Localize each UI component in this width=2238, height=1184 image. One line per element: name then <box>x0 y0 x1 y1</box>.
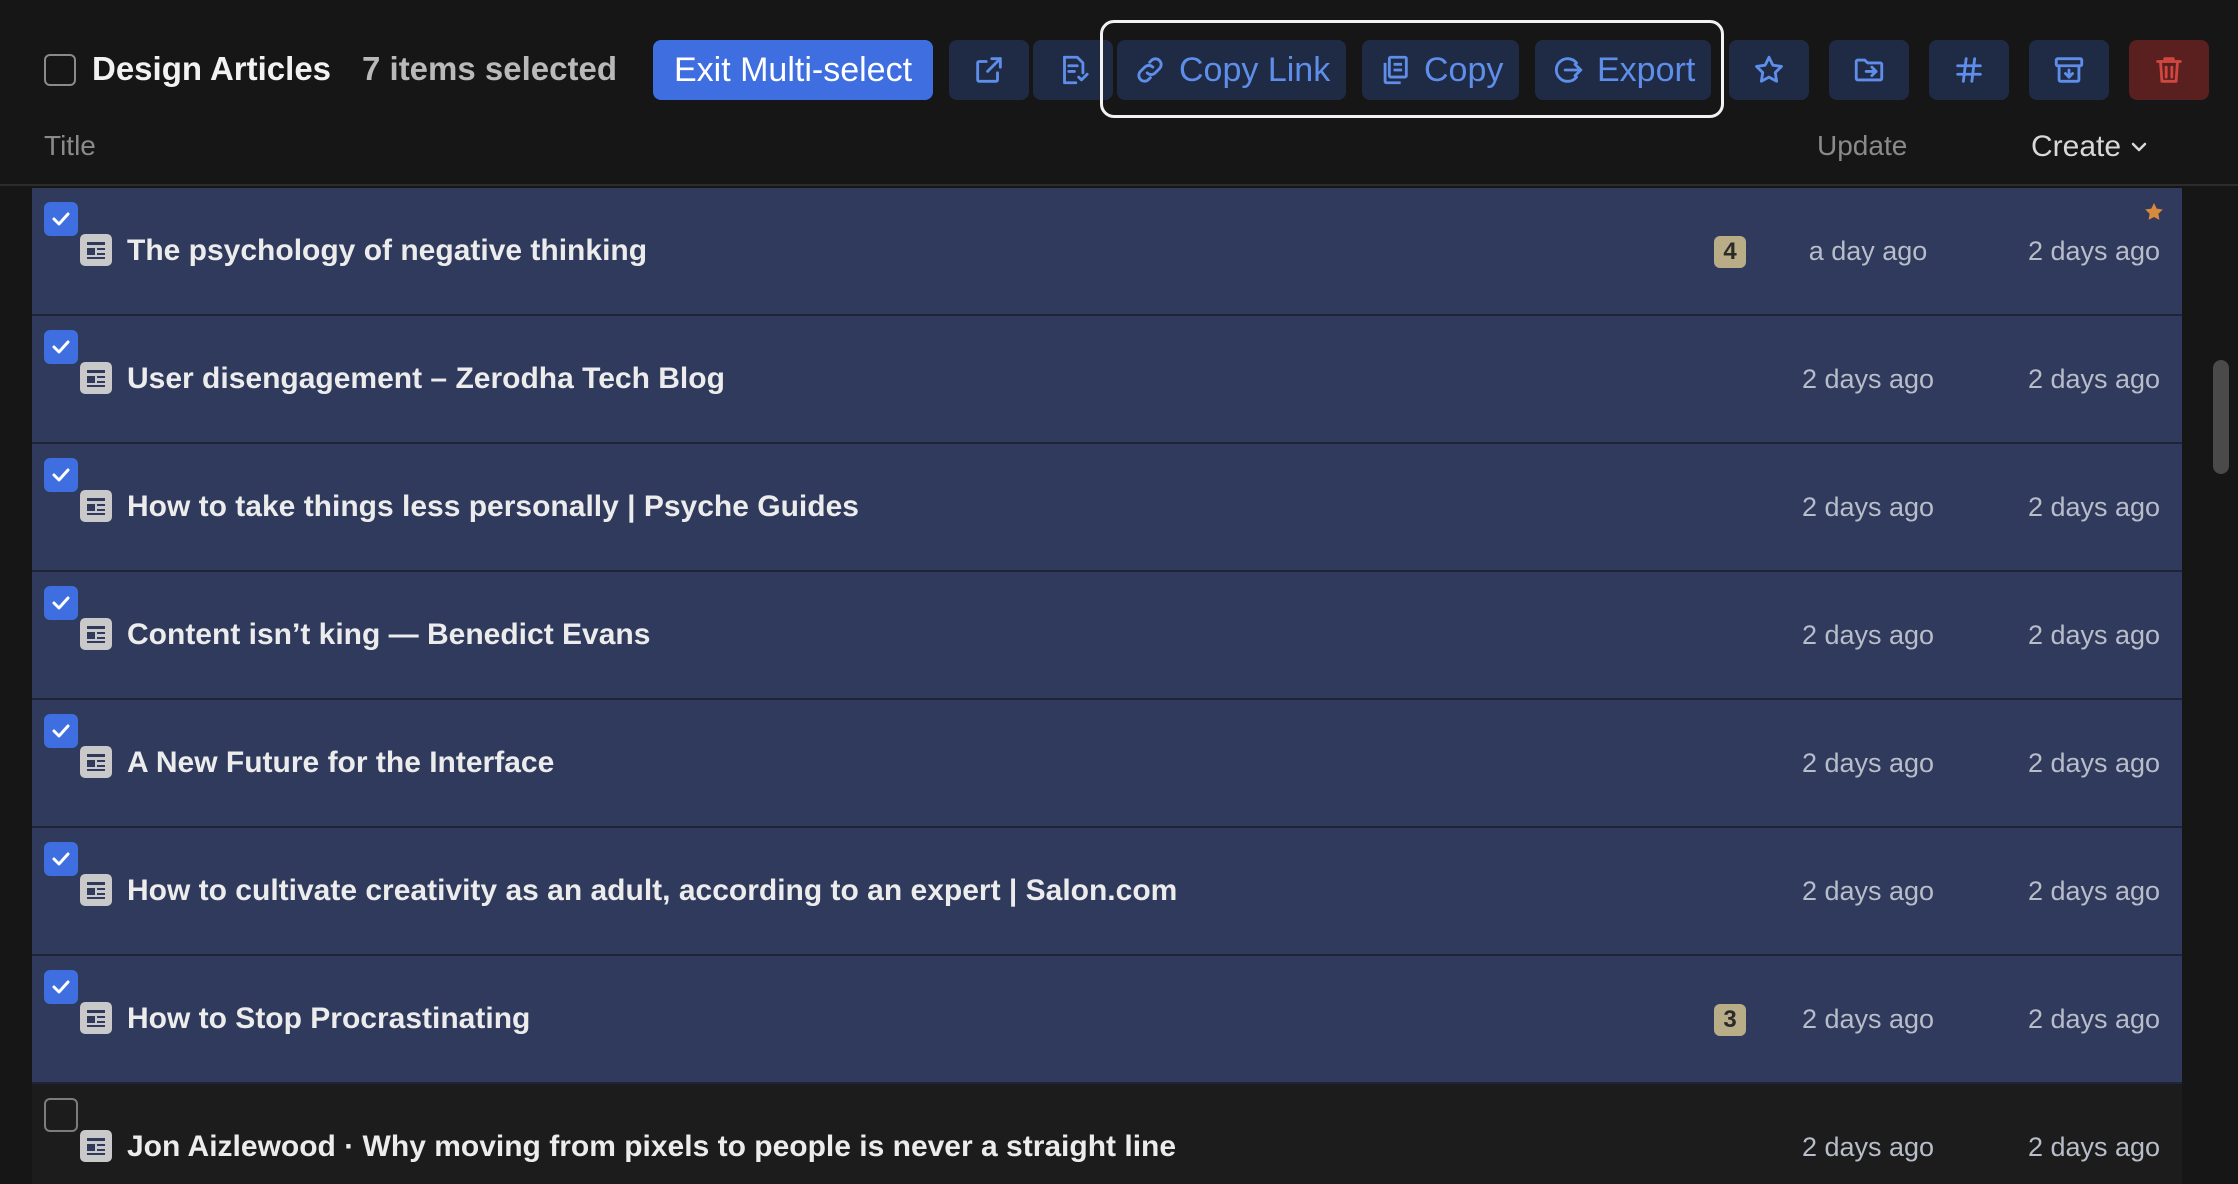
scrollbar-track[interactable] <box>2208 188 2232 1184</box>
link-icon <box>1137 57 1163 83</box>
article-icon <box>80 618 112 650</box>
article-icon <box>80 746 112 778</box>
updated-time: 2 days ago <box>1801 748 1935 778</box>
open-external-button[interactable] <box>949 40 1029 100</box>
delete-button[interactable] <box>2129 40 2209 100</box>
article-title[interactable]: How to Stop Procrastinating <box>127 1002 530 1036</box>
updated-time: 2 days ago <box>1801 492 1935 522</box>
created-time: 2 days ago <box>2027 748 2161 778</box>
created-time: 2 days ago <box>2027 1132 2161 1162</box>
copy-link-label: Copy Link <box>1179 50 1331 89</box>
list-item[interactable]: The psychology of negative thinking 4 a da… <box>32 188 2182 316</box>
article-icon <box>80 234 112 266</box>
select-all-checkbox[interactable] <box>44 54 76 86</box>
updated-time: a day ago <box>1808 236 1928 266</box>
checkmark-icon <box>52 980 70 994</box>
star-icon <box>2142 200 2166 224</box>
tag-hash-icon <box>1956 57 1982 83</box>
created-time: 2 days ago <box>2027 876 2161 906</box>
row-checkbox[interactable] <box>44 330 78 364</box>
updated-time: 2 days ago <box>1801 876 1935 906</box>
favorite-button[interactable] <box>1729 40 1809 100</box>
folder-title: Design Articles <box>92 50 332 87</box>
article-icon <box>80 1002 112 1034</box>
copy-label: Copy <box>1424 50 1504 89</box>
move-folder-icon <box>1854 58 1884 82</box>
checkmark-icon <box>52 596 70 610</box>
list-item[interactable]: User disengagement – Zerodha Tech Blog 2 … <box>32 316 2182 444</box>
list-item[interactable]: How to Stop Procrastinating 3 2 days ago 2 … <box>32 956 2182 1084</box>
chevron-down-icon <box>2131 142 2147 152</box>
article-title[interactable]: User disengagement – Zerodha Tech Blog <box>127 362 725 396</box>
highlight-count-badge: 3 <box>1714 1004 1746 1036</box>
checkmark-icon <box>52 852 70 866</box>
archive-button[interactable] <box>2029 40 2109 100</box>
row-checkbox[interactable] <box>44 458 78 492</box>
row-checkbox[interactable] <box>44 970 78 1004</box>
highlight-count-badge: 4 <box>1714 236 1746 268</box>
list-item[interactable]: How to cultivate creativity as an adult,… <box>32 828 2182 956</box>
copy-button[interactable]: Copy <box>1362 40 1520 100</box>
created-time: 2 days ago <box>2027 1004 2161 1034</box>
exit-multi-select-button[interactable]: Exit Multi-select <box>653 40 933 100</box>
updated-time: 2 days ago <box>1801 364 1935 394</box>
app-window: Design Articles 7 items selected Exit Mu… <box>0 0 2238 1184</box>
export-icon <box>1554 57 1583 83</box>
article-title[interactable]: The psychology of negative thinking <box>127 234 647 268</box>
summary-icon <box>1063 55 1089 85</box>
copy-link-button[interactable]: Copy Link <box>1117 40 1347 100</box>
article-icon <box>80 874 112 906</box>
row-checkbox[interactable] <box>44 842 78 876</box>
list-item[interactable]: Content isn’t king — Benedict Evans 2 day… <box>32 572 2182 700</box>
summary-button[interactable] <box>1033 40 1113 100</box>
updated-time: 2 days ago <box>1801 1004 1935 1034</box>
list-item[interactable]: A New Future for the Interface 2 days ago… <box>32 700 2182 828</box>
checkmark-icon <box>52 340 70 354</box>
archive-icon <box>2054 57 2084 83</box>
trash-icon <box>2156 57 2182 83</box>
star-icon <box>1755 55 1783 83</box>
article-title[interactable]: How to take things less personally | Psy… <box>127 490 859 524</box>
checkmark-icon <box>52 724 70 738</box>
multi-select-toolbar: Design Articles 7 items selected Exit Mu… <box>0 0 2238 186</box>
checkmark-icon <box>52 212 70 226</box>
column-header-update[interactable]: Update <box>1817 130 1907 162</box>
article-list: The psychology of negative thinking 4 a da… <box>32 188 2182 1184</box>
row-checkbox[interactable] <box>44 586 78 620</box>
article-icon <box>80 362 112 394</box>
list-item[interactable]: Jon Aizlewood · Why moving from pixels t… <box>32 1084 2182 1184</box>
article-icon <box>80 490 112 522</box>
column-header-create[interactable]: Create <box>2031 130 2151 164</box>
row-checkbox[interactable] <box>44 1098 78 1132</box>
export-button[interactable]: Export <box>1535 40 1712 100</box>
created-time: 2 days ago <box>2027 492 2161 522</box>
article-title[interactable]: Content isn’t king — Benedict Evans <box>127 618 650 652</box>
created-time: 2 days ago <box>2027 364 2161 394</box>
checkmark-icon <box>52 468 70 482</box>
export-label: Export <box>1597 50 1696 89</box>
toolbar-actions: Design Articles 7 items selected Exit Mu… <box>0 0 2238 140</box>
row-checkbox[interactable] <box>44 202 78 236</box>
tag-button[interactable] <box>1929 40 2009 100</box>
move-to-folder-button[interactable] <box>1829 40 1909 100</box>
selection-count: 7 items selected <box>362 50 617 87</box>
column-header-create-label: Create <box>2031 130 2122 163</box>
column-header-title[interactable]: Title <box>44 130 96 162</box>
updated-time: 2 days ago <box>1801 1132 1935 1162</box>
scrollbar-thumb[interactable] <box>2213 360 2229 474</box>
copy-icon <box>1383 55 1408 85</box>
article-icon <box>80 1130 112 1162</box>
list-item[interactable]: How to take things less personally | Psy… <box>32 444 2182 572</box>
created-time: 2 days ago <box>2027 236 2161 266</box>
article-title[interactable]: How to cultivate creativity as an adult,… <box>127 874 1177 908</box>
row-checkbox[interactable] <box>44 714 78 748</box>
open-external-icon <box>976 57 1002 83</box>
created-time: 2 days ago <box>2027 620 2161 650</box>
article-title[interactable]: Jon Aizlewood · Why moving from pixels t… <box>127 1130 1176 1164</box>
updated-time: 2 days ago <box>1801 620 1935 650</box>
article-title[interactable]: A New Future for the Interface <box>127 746 554 780</box>
